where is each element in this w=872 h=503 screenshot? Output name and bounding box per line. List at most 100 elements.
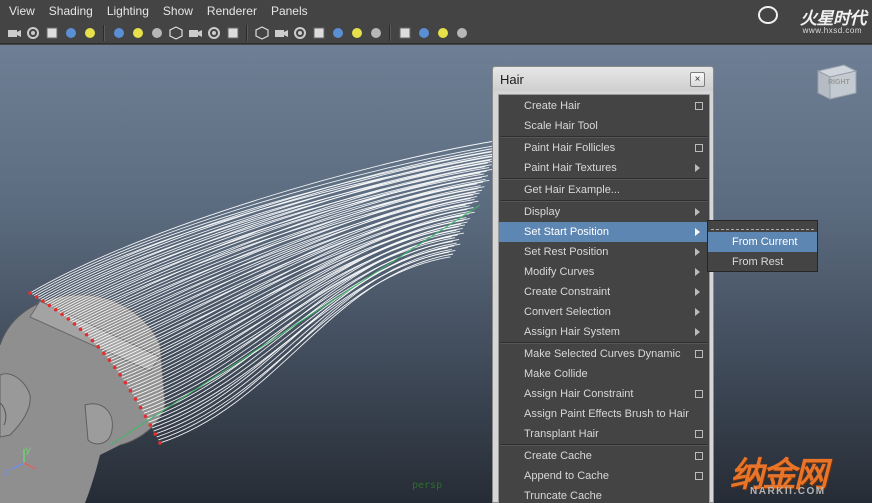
option-box-icon[interactable] [695,102,703,110]
logo-url: www.hxsd.com [802,26,862,35]
grid-button[interactable] [111,25,127,41]
menu-item-convert-selection[interactable]: Convert Selection [499,302,709,322]
menu-item-label: Append to Cache [524,470,610,482]
menu-show[interactable]: Show [157,0,201,22]
toolbar-separator [103,24,105,41]
menu-item-paint-hair-follicles[interactable]: Paint Hair Follicles [499,138,709,158]
menu-item-label: Set Start Position [524,226,609,238]
follicle-point [28,291,32,295]
menu-item-make-selected-curves-dynamic[interactable]: Make Selected Curves Dynamic [499,344,709,364]
ambient-occlusion-button[interactable] [368,25,384,41]
xray-button[interactable] [416,25,432,41]
follicle-point [118,373,122,377]
head-model [0,294,166,503]
safe-action-button[interactable] [206,25,222,41]
hair-window-title-bar[interactable]: Hair × [493,67,713,91]
close-button[interactable]: × [690,72,705,87]
wireframe-icon [254,25,269,40]
field-chart-button[interactable] [187,25,203,41]
menu-item-append-to-cache[interactable]: Append to Cache [499,466,709,486]
option-box-icon[interactable] [695,430,703,438]
viewcube[interactable]: RIGHT [814,61,858,101]
menu-lighting[interactable]: Lighting [101,0,157,22]
xray-joints-button[interactable] [454,25,470,41]
menu-item-create-constraint[interactable]: Create Constraint [499,282,709,302]
menu-item-make-collide[interactable]: Make Collide [499,364,709,384]
brand-en: NARKII.COM [750,486,826,497]
grease-pencil-icon [84,27,95,38]
menu-panels[interactable]: Panels [265,0,316,22]
smooth-shade-button[interactable] [273,25,289,41]
use-lights-icon [332,27,343,38]
menu-item-modify-curves[interactable]: Modify Curves [499,262,709,282]
follicle-point [47,303,52,308]
shadows-button[interactable] [349,25,365,41]
wireframe-button[interactable] [254,25,270,41]
use-lights-button[interactable] [330,25,346,41]
follicle-point [158,441,162,445]
menu-renderer[interactable]: Renderer [201,0,265,22]
menu-view[interactable]: View [3,0,43,22]
menu-item-get-hair-example[interactable]: Get Hair Example... [499,180,709,200]
menu-item-assign-hair-constraint[interactable]: Assign Hair Constraint [499,384,709,404]
menu-item-create-cache[interactable]: Create Cache [499,446,709,466]
xray-icon [418,27,429,38]
option-box-icon[interactable] [695,144,703,152]
menu-item-assign-paint-effects-brush-to-hair[interactable]: Assign Paint Effects Brush to Hair [499,404,709,424]
menu-item-scale-hair-tool[interactable]: Scale Hair Tool [499,116,709,136]
follicle-point [84,332,89,337]
viewport-menubar: View Shading Lighting Show Renderer Panels [0,0,872,22]
menu-item-set-rest-position[interactable]: Set Rest Position [499,242,709,262]
follicle-point [60,312,64,317]
option-box-icon[interactable] [695,452,703,460]
menu-item-label: Assign Hair System [524,326,620,338]
axis-z-label: z [4,467,9,478]
option-box-icon[interactable] [695,472,703,480]
grease-pencil-button[interactable] [82,25,98,41]
xray-active-icon [437,27,448,38]
gate-mask-button[interactable] [168,25,184,41]
menu-item-assign-hair-system[interactable]: Assign Hair System [499,322,709,342]
bookmark-button[interactable] [44,25,60,41]
submenu-arrow-icon [695,328,700,336]
menu-item-label: Create Constraint [524,286,611,298]
flat-shade-icon [293,26,306,39]
menu-item-transplant-hair[interactable]: Transplant Hair [499,424,709,444]
follicle-point [123,380,128,385]
option-box-icon[interactable] [695,390,703,398]
menu-item-display[interactable]: Display [499,202,709,222]
submenu-item-from-current[interactable]: From Current [708,232,817,252]
textured-button[interactable] [311,25,327,41]
follicle-point [128,388,133,393]
hair-menu-list: Create Hair Scale Hair Tool Paint Hair Fol… [498,94,710,503]
option-box-icon[interactable] [695,350,703,358]
hxsd-logo: 火星时代 www.hxsd.com [758,4,867,38]
camera-tools-button[interactable] [25,25,41,41]
menu-item-create-hair[interactable]: Create Hair [499,96,709,116]
perspective-viewport[interactable]: y z RIGHT persp [0,45,872,503]
flat-shade-button[interactable] [292,25,308,41]
menu-item-truncate-cache[interactable]: Truncate Cache [499,486,709,503]
film-gate-icon [132,27,143,38]
safe-title-button[interactable] [225,25,241,41]
isolate-select-button[interactable] [397,25,413,41]
camera-attributes-button[interactable] [6,25,22,41]
resolution-gate-button[interactable] [149,25,165,41]
submenu-arrow-icon [695,288,700,296]
follicle-point [41,299,45,303]
follicle-point [107,358,112,362]
submenu-item-from-rest[interactable]: From Rest [708,252,817,272]
menu-item-label: Paint Hair Textures [524,162,617,174]
menu-shading[interactable]: Shading [43,0,101,22]
smooth-shade-icon [274,29,288,37]
menu-item-paint-hair-textures[interactable]: Paint Hair Textures [499,158,709,178]
menu-item-label: Get Hair Example... [524,184,620,196]
menu-item-set-start-position[interactable]: Set Start Position [499,222,709,242]
narkii-watermark: 纳金网 NARKII.COM [730,447,870,501]
xray-active-button[interactable] [435,25,451,41]
film-gate-button[interactable] [130,25,146,41]
submenu-arrow-icon [695,208,700,216]
submenu-tearoff[interactable] [711,221,814,230]
image-plane-button[interactable] [63,25,79,41]
camera-tools-icon [26,26,39,39]
